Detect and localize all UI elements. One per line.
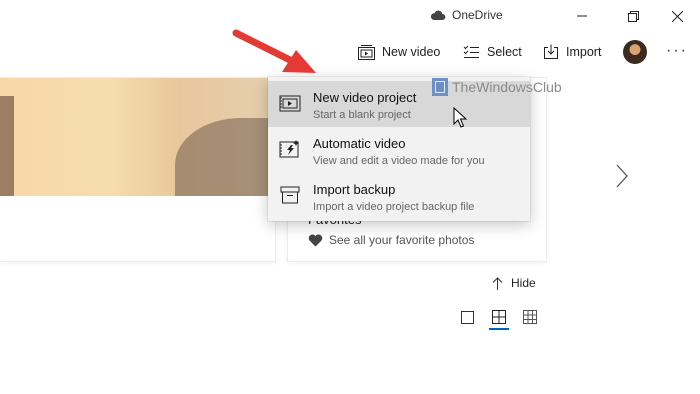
automatic-video-icon <box>279 140 299 158</box>
mouse-pointer-icon <box>453 107 467 128</box>
select-button[interactable]: Select <box>463 40 522 64</box>
menu-item-title: Import backup <box>313 182 396 197</box>
cloud-icon <box>430 10 446 20</box>
close-icon <box>671 10 683 22</box>
select-checklist-icon <box>463 45 479 58</box>
user-avatar[interactable] <box>623 40 647 64</box>
menu-item-subtitle: Start a blank project <box>313 109 411 121</box>
minimize-button[interactable] <box>559 0 605 32</box>
heart-icon <box>308 234 323 246</box>
chevron-right-icon[interactable] <box>616 164 628 188</box>
import-label: Import <box>566 45 602 59</box>
arrow-up-icon <box>492 276 503 290</box>
watermark: TheWindowsClub <box>432 78 562 96</box>
more-options-button[interactable]: ··· <box>666 42 688 60</box>
favorites-subtitle-row: See all your favorite photos <box>308 233 474 247</box>
onedrive-status[interactable]: OneDrive <box>430 8 503 22</box>
thumbnail-edge <box>0 96 14 196</box>
menu-item-title: Automatic video <box>313 136 406 151</box>
restore-icon <box>627 10 639 22</box>
view-large-button[interactable] <box>458 308 476 326</box>
menu-item-title: New video project <box>313 90 417 105</box>
onedrive-label: OneDrive <box>452 8 503 22</box>
video-project-card[interactable] <box>0 78 275 261</box>
import-icon <box>544 44 558 59</box>
watermark-text: TheWindowsClub <box>452 79 562 95</box>
menu-item-subtitle: View and edit a video made for you <box>313 155 485 167</box>
single-square-icon <box>460 310 474 324</box>
four-grid-icon <box>492 310 506 324</box>
restore-button[interactable] <box>610 0 656 32</box>
nine-grid-icon <box>523 310 537 324</box>
minimize-icon <box>577 15 587 17</box>
view-medium-button[interactable] <box>490 308 508 326</box>
new-video-menu: New video project Start a blank project … <box>268 77 530 221</box>
menu-item-import-backup[interactable]: Import backup Import a video project bac… <box>268 173 530 219</box>
hide-button[interactable]: Hide <box>492 276 536 290</box>
watermark-logo-icon <box>432 78 448 96</box>
new-video-button[interactable]: New video <box>358 40 440 64</box>
favorites-subtitle: See all your favorite photos <box>329 233 475 247</box>
import-backup-icon <box>280 186 300 204</box>
new-video-label: New video <box>382 45 441 59</box>
video-project-icon <box>279 95 301 112</box>
select-label: Select <box>487 45 522 59</box>
menu-item-subtitle: Import a video project backup file <box>313 201 475 213</box>
new-video-icon <box>358 44 375 60</box>
menu-item-automatic-video[interactable]: Automatic video View and edit a video ma… <box>268 127 530 173</box>
selected-view-indicator <box>489 328 509 330</box>
import-button[interactable]: Import <box>543 40 601 64</box>
hide-label: Hide <box>511 276 536 290</box>
close-button[interactable] <box>654 0 700 32</box>
view-small-button[interactable] <box>521 308 539 326</box>
